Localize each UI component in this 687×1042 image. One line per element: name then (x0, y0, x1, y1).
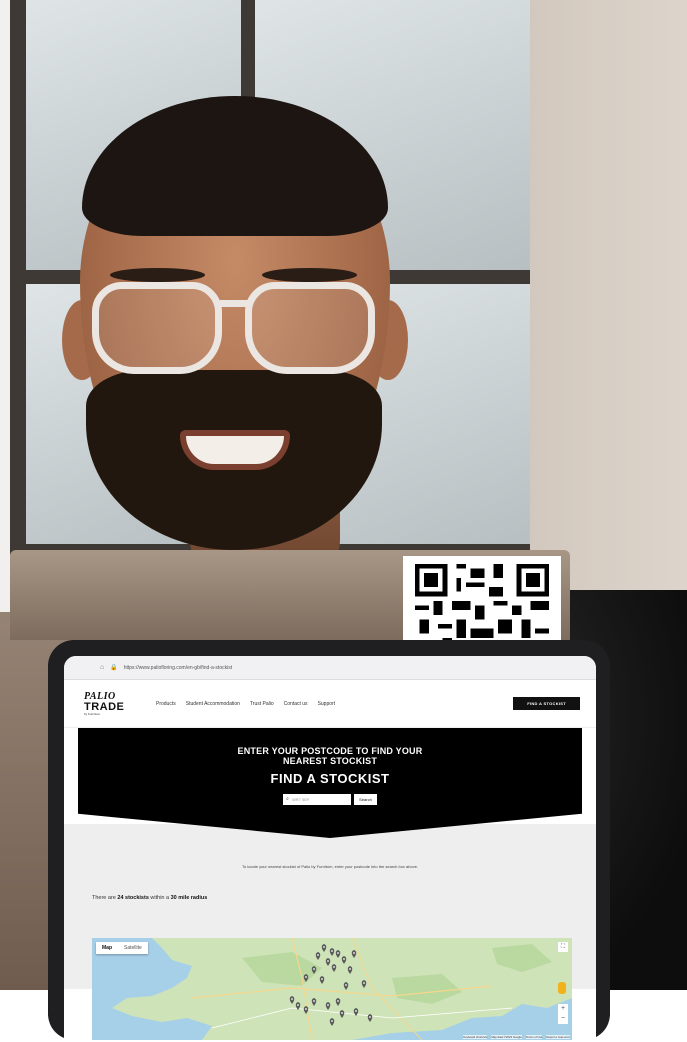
nav-item-contact-us[interactable]: Contact us (284, 701, 308, 707)
zoom-controls: + − (558, 1004, 568, 1024)
hero-title: FIND A STOCKIST (270, 770, 390, 786)
stockist-pin-dot (349, 968, 351, 970)
search-radius: 30 mile radius (170, 895, 208, 901)
stockist-pin-dot (327, 960, 329, 962)
keyboard-shortcuts-link[interactable]: Keyboard shortcuts (463, 1035, 488, 1039)
zoom-in-button[interactable]: + (558, 1004, 568, 1014)
stockist-pin-dot (333, 966, 335, 968)
tablet-device: ⌂ 🔒 https://www.paliofloring.com/en-gb/f… (48, 640, 610, 1040)
stockist-pin-dot (331, 1020, 333, 1022)
nav-item-student-accommodation[interactable]: Student Accommodation (186, 701, 240, 707)
stockist-pin-dot (345, 984, 347, 986)
hero-subtitle-line1: ENTER YOUR POSTCODE TO FIND YOUR (237, 746, 423, 756)
lock-icon: 🔒 (110, 665, 118, 671)
tablet-screen: ⌂ 🔒 https://www.paliofloring.com/en-gb/f… (64, 656, 596, 1040)
stockist-pin-dot (305, 1008, 307, 1010)
stockist-map[interactable]: Map Satellite ⛶ + − Keyboard shortcuts M… (92, 938, 572, 1040)
stockist-pin-dot (297, 1004, 299, 1006)
intro-text: To locate your nearest stockist of Palio… (241, 864, 419, 869)
postcode-search: ⌕ WR7 5EF Search (78, 793, 582, 805)
map-canvas[interactable] (92, 938, 572, 1040)
browser-url[interactable]: https://www.paliofloring.com/en-gb/find-… (124, 665, 232, 671)
palio-trade-logo[interactable]: PALIO TRADE by Furniture (84, 691, 142, 716)
stockist-pin-dot (317, 954, 319, 956)
map-attribution: Keyboard shortcuts Map data ©2023 Google… (463, 1035, 570, 1039)
stockist-pin-dot (343, 958, 345, 960)
map-data-text: Map data ©2023 Google (491, 1035, 522, 1039)
report-error-link[interactable]: Report a map error (546, 1035, 570, 1039)
stockist-pin-dot (291, 998, 293, 1000)
stockist-pin-dot (323, 946, 325, 948)
stockist-pin-dot (313, 968, 315, 970)
person-smile (180, 430, 290, 470)
stockist-pin-dot (353, 952, 355, 954)
stockist-pin-dot (305, 976, 307, 978)
stockist-pin-dot (363, 982, 365, 984)
stockist-pin-dot (337, 952, 339, 954)
nav-item-products[interactable]: Products (156, 701, 176, 707)
stockist-pin-dot (369, 1016, 371, 1018)
map-type-toggle: Map Satellite (96, 942, 148, 954)
site-header: PALIO TRADE by Furniture Products Studen… (64, 680, 596, 728)
stockist-pin-dot (327, 1004, 329, 1006)
map-tab-map[interactable]: Map (96, 942, 118, 954)
stockist-pin-dot (313, 1000, 315, 1002)
stockist-pin-dot (355, 1010, 357, 1012)
stockist-pin-dot (321, 978, 323, 980)
nav-item-trust-palio[interactable]: Trust Palio (250, 701, 274, 707)
zoom-out-button[interactable]: − (558, 1014, 568, 1024)
results-count: There are 24 stockists within a 30 mile … (92, 895, 208, 901)
glasses-lens-left (92, 282, 222, 374)
home-icon[interactable]: ⌂ (100, 664, 104, 671)
terms-link[interactable]: Terms of Use (525, 1035, 543, 1039)
hero-subtitle-line2: NEAREST STOCKIST (282, 756, 378, 767)
nav-item-support[interactable]: Support (318, 701, 336, 707)
stockist-count: 24 stockists (117, 895, 149, 901)
map-tab-satellite[interactable]: Satellite (118, 942, 148, 954)
main-nav: Products Student Accommodation Trust Pal… (156, 701, 335, 707)
find-a-stockist-button[interactable]: FIND A STOCKIST (513, 697, 580, 710)
fullscreen-icon[interactable]: ⛶ (558, 942, 568, 952)
search-button[interactable]: Search (354, 793, 377, 805)
left-white-strip (0, 0, 10, 612)
postcode-input[interactable]: ⌕ WR7 5EF (283, 793, 352, 805)
search-icon: ⌕ (286, 796, 289, 803)
stockist-pin-dot (337, 1000, 339, 1002)
stockist-pin-dot (331, 950, 333, 952)
browser-address-bar[interactable]: ⌂ 🔒 https://www.paliofloring.com/en-gb/f… (64, 656, 596, 680)
stockist-pin-dot (341, 1012, 343, 1014)
hero-banner: ENTER YOUR POSTCODE TO FIND YOUR NEAREST… (78, 728, 582, 838)
postcode-input-value: WR7 5EF (291, 796, 310, 802)
glasses-lens-right (245, 282, 375, 374)
pegman-icon[interactable] (558, 982, 566, 994)
